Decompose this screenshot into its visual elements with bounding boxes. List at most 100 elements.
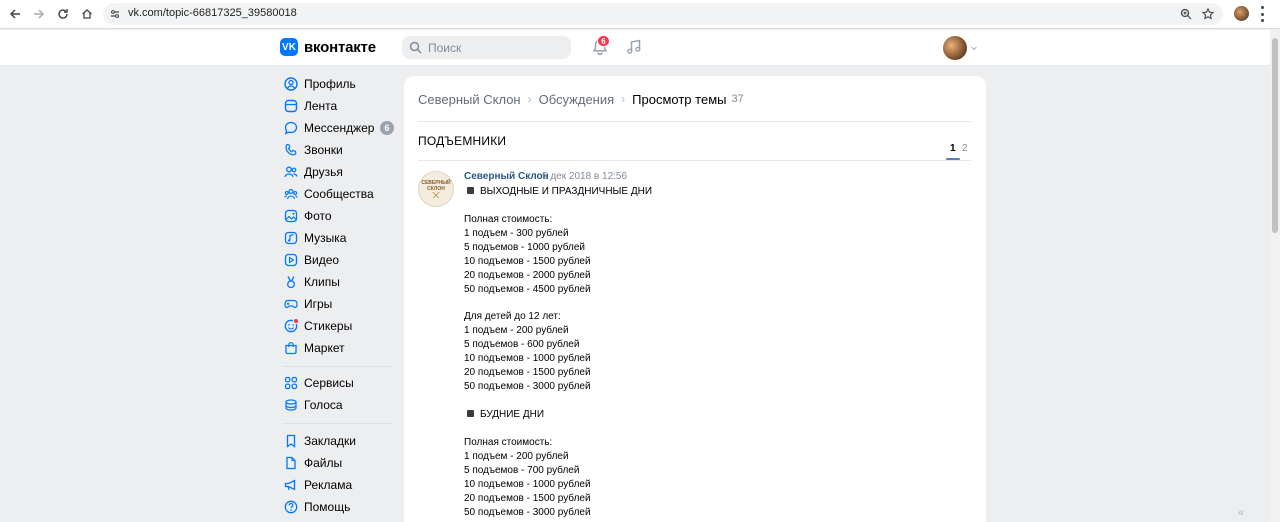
sidebar-item-label: Сообщества [304, 187, 374, 201]
topic-title: ПОДЪЕМНИКИ [418, 134, 507, 148]
post-line: 10 подъемов - 1000 рублей [464, 353, 591, 364]
post-heading-weekend: ВЫХОДНЫЕ И ПРАЗДНИЧНЫЕ ДНИ [464, 186, 652, 197]
music-icon [283, 230, 299, 246]
avatar-logo-text: СЕВЕРНЫЙ СКЛОН [421, 180, 451, 192]
sidebar-item-files[interactable]: Файлы [280, 452, 396, 474]
browser-toolbar: vk.com/topic-66817325_39580018 [0, 0, 1280, 29]
post-line: 20 подъемов - 1500 рублей [464, 367, 591, 378]
sidebar-item-label: Голоса [304, 398, 343, 412]
browser-menu-icon[interactable] [1260, 6, 1264, 22]
vk-header: VK вконтакте Поиск 6 [0, 30, 1270, 66]
sidebar-item-video[interactable]: Видео [280, 249, 396, 271]
post-line: Для детей до 12 лет: [464, 311, 561, 322]
bookmark-star-icon[interactable] [1199, 5, 1217, 23]
post-line: 10 подъемов - 1500 рублей [464, 256, 591, 267]
sidebar-item-help[interactable]: Помощь [280, 496, 396, 518]
post-line: 5 подъемов - 1000 рублей [464, 242, 586, 253]
sidebar-item-label: Маркет [304, 341, 345, 355]
post-line: 1 подъем - 200 рублей [464, 451, 569, 462]
breadcrumb: Северный Склон › Обсуждения › Просмотр т… [418, 91, 744, 107]
messenger-icon [283, 120, 299, 136]
post-author-link[interactable]: Северный Склон [464, 171, 549, 182]
sidebar-item-label: Профиль [304, 77, 356, 91]
post-line: Полная стоимость: [464, 437, 553, 448]
sidebar-divider [282, 366, 392, 367]
phone-icon [283, 142, 299, 158]
site-settings-icon[interactable] [106, 5, 124, 23]
notifications-badge: 6 [597, 35, 610, 47]
sidebar-item-label: Стикеры [304, 319, 353, 333]
video-icon [283, 252, 299, 268]
sidebar-item-photo[interactable]: Фото [280, 205, 396, 227]
sidebar-item-label: Мессенджер [304, 121, 375, 135]
mountain-icon [425, 192, 447, 198]
zoom-icon[interactable] [1177, 5, 1195, 23]
sidebar-item-market[interactable]: Маркет [280, 337, 396, 359]
back-icon[interactable] [6, 5, 24, 23]
sidebar-item-friends[interactable]: Друзья [280, 161, 396, 183]
post-line: 5 подъемов - 600 рублей [464, 339, 580, 350]
breadcrumb-current: Просмотр темы [632, 91, 727, 107]
forward-icon[interactable] [30, 5, 48, 23]
sidebar-item-games[interactable]: Игры [280, 293, 396, 315]
sidebar-item-label: Видео [304, 253, 340, 267]
ads-icon [283, 477, 299, 493]
help-icon [283, 499, 299, 515]
post-author-avatar[interactable]: СЕВЕРНЫЙ СКЛОН [418, 171, 454, 207]
feed-icon [283, 98, 299, 114]
sidebar-item-label: Звонки [304, 143, 343, 157]
breadcrumb-discussions-link[interactable]: Обсуждения [539, 92, 615, 107]
post-line: 20 подъемов - 2000 рублей [464, 270, 591, 281]
sidebar-item-calls[interactable]: Звонки [280, 139, 396, 161]
vk-logo-text[interactable]: вконтакте [304, 39, 376, 56]
profile-icon [283, 76, 299, 92]
reload-icon[interactable] [54, 5, 72, 23]
chevron-down-icon[interactable] [970, 44, 978, 52]
sidebar-item-label: Фото [304, 209, 332, 223]
black-square-icon [467, 187, 474, 194]
sidebar-item-bookmarks[interactable]: Закладки [280, 430, 396, 452]
sidebar-item-label: Файлы [304, 456, 343, 470]
url-text[interactable]: vk.com/topic-66817325_39580018 [128, 7, 297, 19]
sidebar-item-feed[interactable]: Лента [280, 95, 396, 117]
sidebar-item-profile[interactable]: Профиль [280, 73, 396, 95]
divider [418, 121, 971, 122]
communities-icon [283, 186, 299, 202]
messenger-badge: 6 [380, 121, 394, 135]
stickers-new-indicator [293, 318, 299, 324]
sidebar-item-ads[interactable]: Реклама [280, 474, 396, 496]
post-line: 50 подъемов - 3000 рублей [464, 507, 591, 518]
scroll-to-top-icon[interactable]: « [1238, 507, 1244, 519]
services-icon [283, 375, 299, 391]
sidebar-item-messenger[interactable]: Мессенджер 6 [280, 117, 396, 139]
sidebar-item-label: Клипы [304, 275, 340, 289]
clips-icon [283, 274, 299, 290]
black-square-icon [467, 410, 474, 417]
breadcrumb-group-link[interactable]: Северный Склон [418, 92, 521, 107]
sidebar-item-votes[interactable]: Голоса [280, 394, 396, 416]
browser-profile-avatar[interactable] [1234, 6, 1249, 21]
sidebar-item-music[interactable]: Музыка [280, 227, 396, 249]
search-placeholder[interactable]: Поиск [428, 41, 461, 55]
user-avatar[interactable] [943, 36, 967, 60]
music-player-icon[interactable] [625, 38, 643, 56]
files-icon [283, 455, 299, 471]
divider [418, 160, 971, 161]
sidebar-item-clips[interactable]: Клипы [280, 271, 396, 293]
home-icon[interactable] [78, 5, 96, 23]
sidebar-item-label: Помощь [304, 500, 351, 514]
page-link-2[interactable]: 2 [962, 143, 968, 154]
post-date-link[interactable]: 5 дек 2018 в 12:56 [542, 171, 627, 182]
chevron-right-icon: › [621, 92, 626, 106]
sidebar-item-services[interactable]: Сервисы [280, 372, 396, 394]
sidebar-item-label: Закладки [304, 434, 356, 448]
sidebar-item-communities[interactable]: Сообщества [280, 183, 396, 205]
page-link-1[interactable]: 1 [950, 143, 956, 154]
sidebar-item-label: Музыка [304, 231, 347, 245]
friends-icon [283, 164, 299, 180]
post-line: 50 подъемов - 3000 рублей [464, 381, 591, 392]
scrollbar-thumb[interactable] [1272, 38, 1278, 233]
sidebar-item-label: Сервисы [304, 376, 354, 390]
post-line: Полная стоимость: [464, 214, 553, 225]
vk-logo-icon[interactable]: VK [280, 38, 298, 56]
